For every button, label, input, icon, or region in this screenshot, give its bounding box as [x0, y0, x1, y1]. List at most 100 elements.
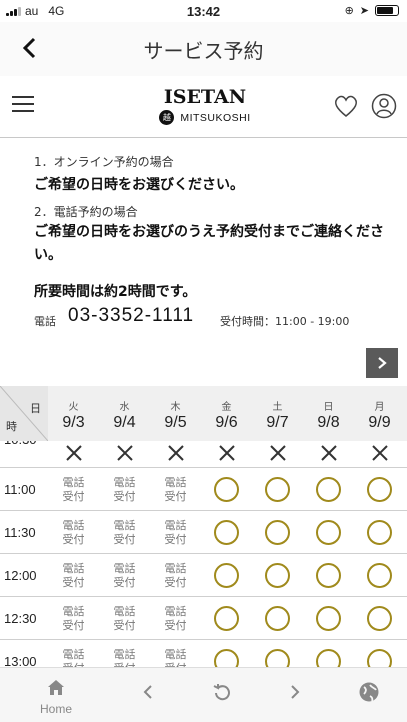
available-slot[interactable] [303, 640, 354, 667]
reload-button[interactable] [212, 682, 232, 706]
mitsukoshi-mark-icon: 越 [159, 110, 175, 125]
day-header: 日 9/8 [303, 386, 354, 441]
available-slot[interactable] [201, 640, 252, 667]
calendar-header: 日 時 火 9/3 水 9/4 木 9/5 金 9/6 土 9/7 日 9/8 月 9/9 [0, 386, 407, 441]
available-slot[interactable] [303, 511, 354, 554]
available-slot[interactable] [354, 511, 405, 554]
brand-isetan: ISETAN [163, 86, 247, 108]
browser-forward-button[interactable] [287, 684, 303, 704]
available-slot[interactable] [201, 554, 252, 597]
available-circle-icon[interactable] [367, 520, 392, 545]
online-instruction: ご希望の日時をお選びください。 [34, 177, 244, 193]
available-slot[interactable] [201, 468, 252, 511]
phone-text-line1: 電話 [113, 561, 136, 575]
phone-text-line1: 電話 [62, 647, 85, 661]
available-circle-icon[interactable] [367, 649, 392, 667]
available-slot[interactable] [303, 554, 354, 597]
phone-reception-text: 電話受付 [63, 562, 85, 590]
day-header: 水 9/4 [99, 386, 150, 441]
reception-hours: 受付時間：11:00 - 19:00 [220, 315, 350, 328]
phone-text-line1: 電話 [113, 647, 136, 661]
browser-back-button[interactable] [140, 684, 156, 704]
open-browser-button[interactable] [358, 681, 380, 707]
unavailable-slot [252, 441, 303, 468]
available-slot[interactable] [354, 597, 405, 640]
available-slot[interactable] [354, 554, 405, 597]
available-slot[interactable] [201, 597, 252, 640]
phone-text-line1: 電話 [113, 518, 136, 532]
tel-number[interactable]: 03-3352-1111 [68, 305, 194, 327]
phone-text-line2: 受付 [62, 532, 85, 546]
menu-icon[interactable] [12, 96, 34, 114]
available-circle-icon[interactable] [316, 606, 341, 631]
available-slot[interactable] [252, 468, 303, 511]
weekday-label: 日 [323, 402, 334, 413]
next-week-button[interactable] [366, 348, 398, 378]
available-circle-icon[interactable] [316, 520, 341, 545]
time-slot-row: 12:00 電話 受付 電話 受付 電話 受付 [0, 554, 407, 597]
corner-day-label: 日 [30, 402, 41, 415]
available-circle-icon[interactable] [265, 649, 290, 667]
location-icon: ➤ [359, 5, 369, 17]
day-header: 木 9/5 [150, 386, 201, 441]
phone-text-line2: 受付 [62, 489, 85, 503]
available-slot[interactable] [303, 468, 354, 511]
phone-text-line1: 電話 [164, 475, 187, 489]
user-account-icon[interactable] [371, 93, 397, 123]
available-circle-icon[interactable] [265, 477, 290, 502]
phone-reception-text: 電話受付 [63, 519, 85, 547]
time-label: 12:00 [4, 568, 37, 583]
nav-bar: サービス予約 [0, 22, 407, 76]
unavailable-slot [201, 441, 252, 468]
available-circle-icon[interactable] [214, 477, 239, 502]
phone-only-slot: 電話受付 [99, 640, 150, 668]
phone-reception-text: 電話受付 [165, 562, 187, 590]
available-slot[interactable] [354, 640, 405, 667]
available-circle-icon[interactable] [214, 649, 239, 667]
available-slot[interactable] [252, 511, 303, 554]
corner-time-label: 時 [6, 420, 17, 433]
available-circle-icon[interactable] [367, 563, 392, 588]
phone-text-line1: 電話 [62, 475, 85, 489]
time-slot-row: 12:30 電話 受付 電話 受付 電話 受付 [0, 597, 407, 640]
available-circle-icon[interactable] [265, 520, 290, 545]
phone-reception-text: 電話受付 [165, 519, 187, 547]
available-slot[interactable] [303, 597, 354, 640]
available-circle-icon[interactable] [316, 563, 341, 588]
available-circle-icon[interactable] [316, 477, 341, 502]
battery-icon [375, 5, 399, 16]
calendar-corner: 日 時 [0, 386, 48, 441]
time-label: 11:00 [4, 482, 36, 497]
available-slot[interactable] [252, 597, 303, 640]
available-slot[interactable] [354, 468, 405, 511]
phone-text-line2: 受付 [113, 532, 136, 546]
phone-text-line1: 電話 [62, 561, 85, 575]
phone-text-line1: 電話 [113, 475, 136, 489]
available-circle-icon[interactable] [214, 563, 239, 588]
status-bar: au 4G 13:42 ⊕ ➤ [0, 0, 407, 22]
available-circle-icon[interactable] [265, 606, 290, 631]
available-circle-icon[interactable] [367, 477, 392, 502]
available-slot[interactable] [201, 511, 252, 554]
phone-label: 2．電話予約の場合 [34, 205, 138, 219]
tel-label: 電話 [34, 315, 56, 328]
brand-logo[interactable]: ISETAN 越 MITSUKOSHI [150, 86, 260, 125]
favorite-heart-icon[interactable] [333, 94, 359, 122]
site-header: ISETAN 越 MITSUKOSHI [0, 76, 407, 138]
available-circle-icon[interactable] [367, 606, 392, 631]
weekday-label: 月 [374, 402, 385, 413]
phone-text-line1: 電話 [62, 518, 85, 532]
available-circle-icon[interactable] [214, 606, 239, 631]
available-circle-icon[interactable] [265, 563, 290, 588]
available-slot[interactable] [252, 640, 303, 667]
available-circle-icon[interactable] [316, 649, 341, 667]
available-slot[interactable] [252, 554, 303, 597]
chevron-right-icon [378, 357, 387, 369]
available-circle-icon[interactable] [214, 520, 239, 545]
unavailable-slot [99, 441, 150, 468]
online-label: 1．オンライン予約の場合 [34, 155, 174, 169]
home-button[interactable]: Home [34, 678, 78, 716]
unavailable-slot [303, 441, 354, 468]
phone-text-line1: 電話 [164, 518, 187, 532]
phone-only-slot: 電話受付 [48, 640, 99, 668]
